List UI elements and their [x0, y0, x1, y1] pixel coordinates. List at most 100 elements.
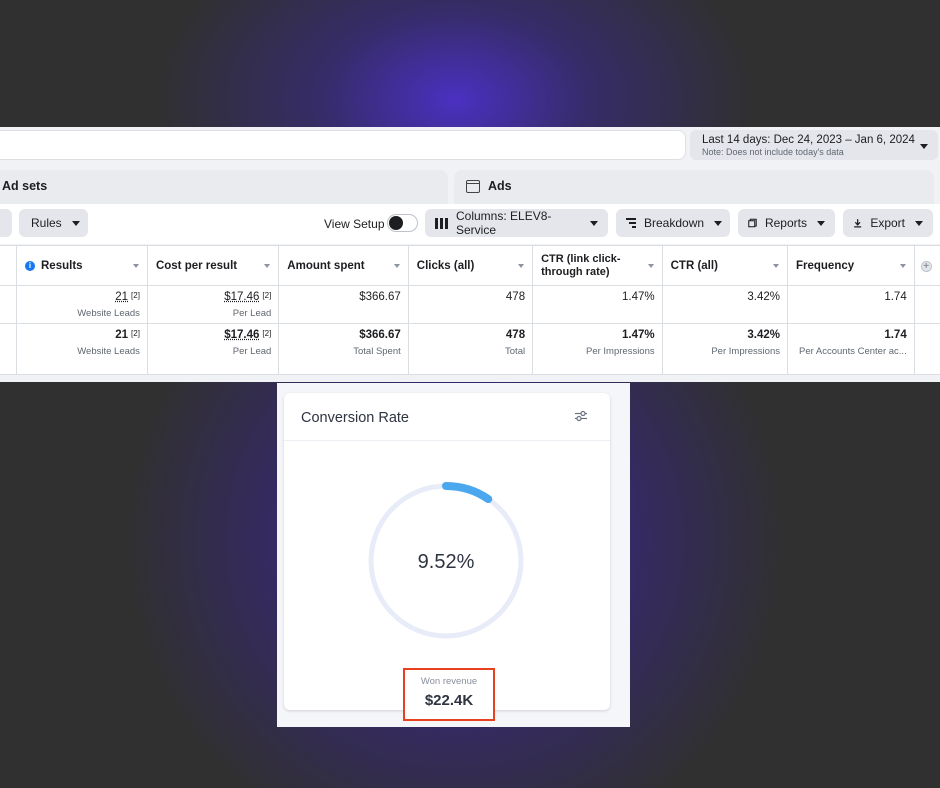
cell-clicks: 478 Total [408, 323, 534, 375]
breakdown-label: Breakdown [644, 216, 705, 230]
cell-ctr-link: 1.47% [532, 285, 663, 324]
reports-button[interactable]: Reports [738, 209, 835, 237]
cell-results: 21 [2] Website Leads [16, 285, 148, 324]
export-button[interactable]: Export [843, 209, 933, 237]
ctr-link-sublabel: Per Impressions [585, 346, 655, 357]
caret-down-icon [71, 220, 80, 226]
caret-down-icon [915, 220, 923, 226]
tab-ads[interactable]: Ads [454, 170, 934, 204]
header-label: Amount spent [287, 259, 365, 272]
info-icon: i [25, 260, 35, 271]
column-header-clicks[interactable]: Clicks (all) [408, 245, 534, 286]
date-range-label: Last 14 days: Dec 24, 2023 – Jan 6, 2024 [702, 134, 915, 146]
columns-icon [435, 217, 448, 229]
tab-ad-sets[interactable]: Ad sets [0, 170, 448, 204]
column-header-frequency[interactable]: Frequency [787, 245, 915, 286]
column-header-ctr-all[interactable]: CTR (all) [662, 245, 788, 286]
header-label: Results [41, 259, 83, 272]
ctr-link-total: 1.47% [622, 329, 655, 341]
frequency-sublabel: Per Accounts Center ac... [798, 346, 907, 357]
cell-ctr-link: 1.47% Per Impressions [532, 323, 663, 375]
table-row[interactable]: 21 [2] Website Leads $17.46 [2] Per Lead $… [0, 285, 940, 324]
conversion-rate-value: 9.52% [417, 551, 475, 573]
date-range-note: Note: Does not include today's data [702, 147, 844, 157]
column-header-results[interactable]: i Results [16, 245, 148, 286]
cost-total[interactable]: $17.46 [224, 329, 259, 341]
toggle-knob [389, 216, 403, 230]
breakdown-button[interactable]: Breakdown [616, 209, 730, 237]
cell-frequency: 1.74 Per Accounts Center ac... [787, 323, 915, 375]
cell-ctr-all: 3.42% Per Impressions [662, 323, 788, 375]
rules-label: Rules [31, 216, 62, 230]
conversion-rate-card: Conversion Rate 9.52% Won revenue $22.4K [284, 393, 610, 721]
sort-caret-icon [647, 264, 654, 268]
header-label: CTR (all) [670, 259, 718, 272]
card-header: Conversion Rate [284, 393, 610, 441]
header-label: Frequency [795, 259, 855, 272]
sort-caret-icon [393, 264, 400, 268]
ctr-all-total: 3.42% [747, 329, 780, 341]
won-revenue-label: Won revenue [420, 676, 478, 687]
won-revenue-highlight: Won revenue $22.4K [403, 668, 495, 721]
table-header-row: i Results Cost per result Amount spent Cl… [0, 245, 940, 286]
row-spacer [914, 285, 940, 324]
cell-amount-spent: $366.67 [278, 285, 409, 324]
footnote-marker: [2] [131, 291, 140, 300]
cell-ctr-all: 3.42% [662, 285, 788, 324]
card-title: Conversion Rate [301, 410, 409, 426]
amount-sublabel: Total Spent [353, 346, 401, 357]
column-header-cost-per-result[interactable]: Cost per result [147, 245, 280, 286]
caret-down-icon [817, 220, 825, 226]
clicks-sublabel: Total [505, 346, 526, 357]
ctr-link-value: 1.47% [622, 291, 655, 303]
column-stub [0, 245, 17, 286]
columns-label: Columns: ELEV8- Service [456, 209, 552, 237]
add-column-icon[interactable]: + [920, 260, 932, 272]
cell-cost-per-result: $17.46 [2] Per Lead [147, 323, 280, 375]
footnote-marker: [2] [262, 329, 272, 338]
footnote-marker: [2] [131, 329, 140, 338]
header-label: CTR (link click-through rate) [541, 252, 621, 278]
cell-amount-spent: $366.67 Total Spent [278, 323, 409, 375]
conversion-widget: Conversion Rate 9.52% Won revenue $22.4K [277, 383, 630, 727]
columns-button[interactable]: Columns: ELEV8- Service [425, 209, 608, 237]
add-column-cell[interactable]: + [914, 245, 940, 286]
ads-manager-panel: Last 14 days: Dec 24, 2023 – Jan 6, 2024… [0, 127, 940, 382]
breakdown-icon [626, 218, 636, 228]
caret-down-icon [920, 144, 928, 149]
header-label: Clicks (all) [416, 259, 475, 272]
tab-ad-sets-label: Ad sets [2, 179, 48, 193]
rules-button[interactable]: Rules [19, 209, 88, 237]
won-revenue-value: $22.4K [424, 692, 474, 709]
toolbar: Rules View Setup Columns: ELEV8- Service… [0, 204, 940, 244]
ctr-all-sublabel: Per Impressions [711, 346, 780, 357]
row-stub [0, 323, 17, 375]
date-range-picker[interactable]: Last 14 days: Dec 24, 2023 – Jan 6, 2024… [690, 130, 938, 160]
sort-caret-icon [132, 264, 139, 268]
export-label: Export [870, 216, 905, 230]
ctr-all-value: 3.42% [747, 291, 780, 303]
search-input[interactable] [0, 130, 686, 160]
filter-settings-icon[interactable] [574, 410, 588, 422]
view-setup-toggle[interactable] [387, 214, 418, 232]
sort-caret-icon [518, 264, 525, 268]
toolbar-left-button[interactable] [0, 209, 12, 237]
results-total: 21 [115, 329, 129, 341]
cell-cost-per-result: $17.46 [2] Per Lead [147, 285, 280, 324]
row-stub [0, 285, 17, 324]
column-header-amount-spent[interactable]: Amount spent [278, 245, 409, 286]
results-value[interactable]: 21 [115, 291, 128, 303]
amount-total: $366.67 [359, 329, 401, 341]
results-sublabel: Website Leads [77, 346, 140, 357]
footnote-marker: [2] [262, 291, 272, 300]
cell-clicks: 478 [408, 285, 534, 324]
header-label: Cost per result [155, 259, 238, 272]
clicks-value: 478 [505, 291, 526, 303]
row-spacer [914, 323, 940, 375]
ads-metrics-table: i Results Cost per result Amount spent Cl… [0, 245, 940, 375]
reports-label: Reports [764, 216, 807, 230]
clicks-total: 478 [505, 329, 526, 341]
column-header-ctr-link[interactable]: CTR (link click-through rate) [532, 245, 663, 286]
cost-value[interactable]: $17.46 [224, 291, 259, 303]
sort-caret-icon [264, 264, 271, 268]
